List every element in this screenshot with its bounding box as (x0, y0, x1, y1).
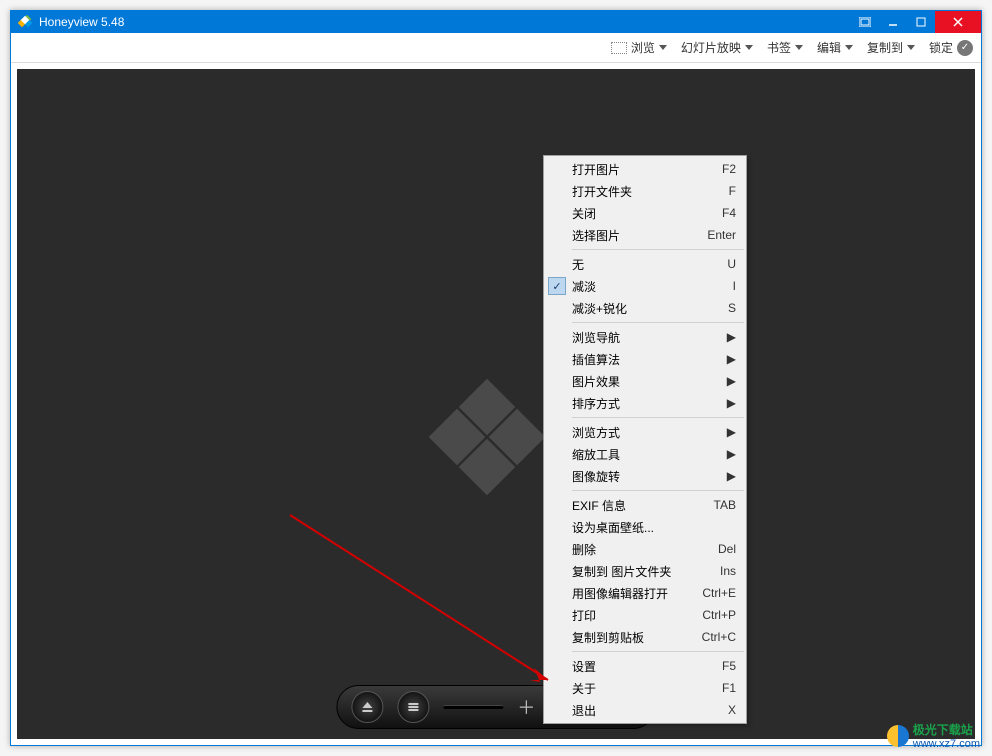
toolbar-copyto-label: 复制到 (867, 39, 903, 56)
menu-exit[interactable]: 退出X (544, 699, 746, 721)
slider-track[interactable] (443, 705, 503, 709)
check-circle-icon: ✓ (957, 40, 973, 56)
toolbar-copyto[interactable]: 复制到 (867, 39, 915, 56)
dropdown-icon (659, 45, 667, 50)
menu-fade-sharpen[interactable]: 减淡+锐化S (544, 297, 746, 319)
menu-browse-mode[interactable]: 浏览方式▶ (544, 421, 746, 443)
menu-browse-nav[interactable]: 浏览导航▶ (544, 326, 746, 348)
menu-select-image[interactable]: 选择图片Enter (544, 224, 746, 246)
submenu-arrow-icon: ▶ (727, 374, 736, 388)
menu-separator (572, 651, 744, 652)
watermark-logo-icon (887, 725, 909, 747)
menu-settings[interactable]: 设置F5 (544, 655, 746, 677)
menu-fade[interactable]: ✓减淡I (544, 275, 746, 297)
menu-open-image[interactable]: 打开图片F2 (544, 158, 746, 180)
menu-button[interactable] (397, 691, 429, 723)
toolbar-browse-label: 浏览 (631, 39, 655, 56)
eject-button[interactable] (351, 691, 383, 723)
submenu-arrow-icon: ▶ (727, 330, 736, 344)
close-button[interactable] (935, 11, 981, 33)
watermark-brand: 极光下载站 (913, 721, 980, 738)
toolbar: 浏览 幻灯片放映 书签 编辑 复制到 锁定✓ (11, 33, 981, 63)
context-menu: 打开图片F2 打开文件夹F 关闭F4 选择图片Enter 无U ✓减淡I 减淡+… (543, 155, 747, 724)
dropdown-icon (745, 45, 753, 50)
menu-separator (572, 490, 744, 491)
viewport-icon (611, 42, 627, 54)
titlebar: Honeyview 5.48 (11, 11, 981, 33)
content-area: ＋ － ↶ ↷ (11, 63, 981, 745)
menu-separator (572, 249, 744, 250)
menu-open-editor[interactable]: 用图像编辑器打开Ctrl+E (544, 582, 746, 604)
submenu-arrow-icon: ▶ (727, 425, 736, 439)
maximize-button[interactable] (907, 11, 935, 33)
toolbar-bookmarks[interactable]: 书签 (767, 39, 803, 56)
check-icon: ✓ (548, 277, 566, 295)
toolbar-lock[interactable]: 锁定✓ (929, 39, 973, 56)
toolbar-slideshow-label: 幻灯片放映 (681, 39, 741, 56)
menu-copy-to-folder[interactable]: 复制到 图片文件夹Ins (544, 560, 746, 582)
submenu-arrow-icon: ▶ (727, 447, 736, 461)
menu-exif-info[interactable]: EXIF 信息TAB (544, 494, 746, 516)
image-viewport[interactable]: ＋ － ↶ ↷ (17, 69, 975, 739)
toolbar-lock-label: 锁定 (929, 39, 953, 56)
toolbar-edit[interactable]: 编辑 (817, 39, 853, 56)
menu-open-folder[interactable]: 打开文件夹F (544, 180, 746, 202)
toolbar-bookmarks-label: 书签 (767, 39, 791, 56)
dropdown-icon (907, 45, 915, 50)
submenu-arrow-icon: ▶ (727, 352, 736, 366)
minimize-button[interactable] (879, 11, 907, 33)
menu-separator (572, 322, 744, 323)
menu-delete[interactable]: 删除Del (544, 538, 746, 560)
app-logo-icon (17, 14, 33, 30)
menu-none[interactable]: 无U (544, 253, 746, 275)
menu-about[interactable]: 关于F1 (544, 677, 746, 699)
app-title: Honeyview 5.48 (39, 15, 124, 29)
toolbar-slideshow[interactable]: 幻灯片放映 (681, 39, 753, 56)
menu-img-rotate[interactable]: 图像旋转▶ (544, 465, 746, 487)
zoom-in-button[interactable]: ＋ (517, 694, 535, 720)
menu-copy-clipboard[interactable]: 复制到剪贴板Ctrl+C (544, 626, 746, 648)
menu-close[interactable]: 关闭F4 (544, 202, 746, 224)
watermark: 极光下载站 www.xz7.com (887, 721, 980, 750)
watermark-url: www.xz7.com (913, 738, 980, 750)
menu-interp-algo[interactable]: 插值算法▶ (544, 348, 746, 370)
menu-print[interactable]: 打印Ctrl+P (544, 604, 746, 626)
menu-zoom-tools[interactable]: 缩放工具▶ (544, 443, 746, 465)
toolbar-edit-label: 编辑 (817, 39, 841, 56)
dropdown-icon (845, 45, 853, 50)
menu-sort-mode[interactable]: 排序方式▶ (544, 392, 746, 414)
menu-img-effects[interactable]: 图片效果▶ (544, 370, 746, 392)
submenu-arrow-icon: ▶ (727, 469, 736, 483)
menu-separator (572, 417, 744, 418)
app-window: Honeyview 5.48 浏览 幻灯片放映 书签 编辑 复制到 锁定✓ ＋ … (10, 10, 982, 746)
dropdown-icon (795, 45, 803, 50)
submenu-arrow-icon: ▶ (727, 396, 736, 410)
menu-set-wallpaper[interactable]: 设为桌面壁纸... (544, 516, 746, 538)
fullscreen-button[interactable] (851, 11, 879, 33)
toolbar-browse[interactable]: 浏览 (611, 39, 667, 56)
